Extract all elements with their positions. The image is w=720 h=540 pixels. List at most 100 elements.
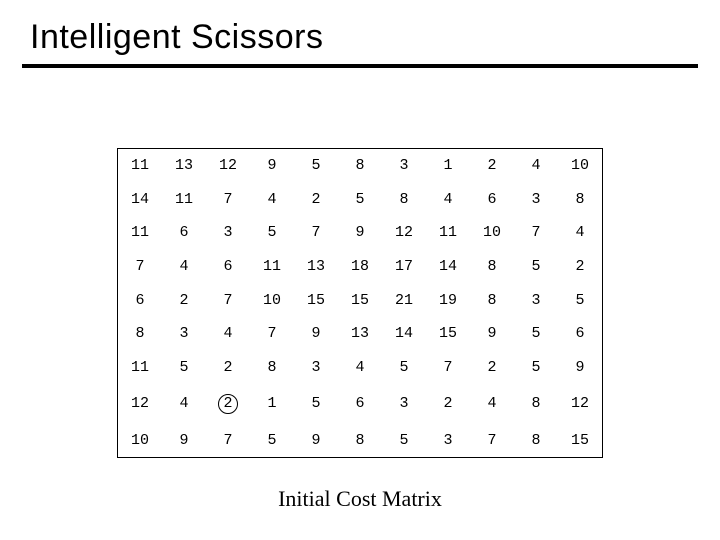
matrix-cell: 3 [514,283,558,317]
matrix-cell: 5 [514,317,558,351]
matrix-cell: 8 [338,423,382,457]
matrix-cell: 3 [162,317,206,351]
matrix-cell: 9 [558,350,602,384]
matrix-cell: 8 [558,183,602,217]
page-title: Intelligent Scissors [30,18,323,57]
matrix-cell: 5 [294,149,338,183]
matrix-cell: 5 [514,250,558,284]
matrix-cell: 4 [250,183,294,217]
matrix-cell: 2 [206,350,250,384]
matrix-cell: 5 [338,183,382,217]
matrix-cell: 10 [250,283,294,317]
matrix-cell: 3 [206,216,250,250]
table-row: 1097598537815 [118,423,602,457]
table-row: 111312958312410 [118,149,602,183]
matrix-cell: 12 [206,149,250,183]
horizontal-rule [22,64,698,68]
circled-cell: 2 [218,394,238,414]
matrix-cell: 4 [470,384,514,423]
matrix-cell: 18 [338,250,382,284]
matrix-cell: 17 [382,250,426,284]
matrix-cell: 10 [558,149,602,183]
matrix-cell: 3 [514,183,558,217]
matrix-cell: 13 [338,317,382,351]
matrix-cell: 12 [382,216,426,250]
matrix-cell: 5 [558,283,602,317]
matrix-cell: 7 [206,423,250,457]
matrix-cell: 3 [294,350,338,384]
table-row: 1411742584638 [118,183,602,217]
matrix-cell: 15 [426,317,470,351]
matrix-cell: 4 [426,183,470,217]
matrix-cell: 7 [250,317,294,351]
matrix-cell: 13 [162,149,206,183]
matrix-cell: 6 [206,250,250,284]
matrix-cell: 14 [382,317,426,351]
matrix-cell: 8 [470,283,514,317]
matrix-cell: 2 [470,149,514,183]
matrix-cell: 10 [118,423,162,457]
matrix-cell: 8 [118,317,162,351]
matrix-cell: 21 [382,283,426,317]
matrix-cell: 12 [118,384,162,423]
matrix-cell: 5 [250,423,294,457]
table-row: 115283457259 [118,350,602,384]
matrix-cell: 11 [118,216,162,250]
table-row: 1242156324812 [118,384,602,423]
matrix-cell: 11 [162,183,206,217]
matrix-cell: 11 [118,149,162,183]
matrix-cell: 2 [294,183,338,217]
matrix-cell: 9 [338,216,382,250]
matrix-cell: 2 [558,250,602,284]
matrix-cell: 15 [338,283,382,317]
matrix-cell: 9 [294,423,338,457]
matrix-cell: 3 [382,384,426,423]
caption: Initial Cost Matrix [0,486,720,512]
matrix-cell: 6 [118,283,162,317]
matrix-cell: 7 [118,250,162,284]
matrix-cell: 7 [470,423,514,457]
matrix-cell: 4 [514,149,558,183]
matrix-cell: 14 [426,250,470,284]
matrix-cell: 13 [294,250,338,284]
matrix-cell: 7 [426,350,470,384]
matrix-cell: 5 [382,423,426,457]
matrix-cell: 4 [558,216,602,250]
matrix-cell: 4 [338,350,382,384]
table-row: 6271015152119835 [118,283,602,317]
matrix-cell: 5 [250,216,294,250]
cost-matrix-box: 1113129583124101411742584638116357912111… [117,148,603,458]
matrix-cell: 5 [162,350,206,384]
matrix-cell: 7 [514,216,558,250]
table-row: 83479131415956 [118,317,602,351]
matrix-cell: 3 [382,149,426,183]
matrix-cell: 8 [382,183,426,217]
matrix-cell: 9 [250,149,294,183]
matrix-cell: 1 [426,149,470,183]
matrix-cell: 19 [426,283,470,317]
cost-matrix-body: 1113129583124101411742584638116357912111… [118,149,602,457]
matrix-cell: 14 [118,183,162,217]
matrix-cell: 6 [470,183,514,217]
matrix-cell: 9 [162,423,206,457]
cost-matrix: 1113129583124101411742584638116357912111… [118,149,602,457]
matrix-cell: 6 [558,317,602,351]
matrix-cell: 7 [206,183,250,217]
matrix-cell: 8 [250,350,294,384]
slide: Intelligent Scissors 1113129583124101411… [0,0,720,540]
matrix-cell: 10 [470,216,514,250]
matrix-cell: 2 [206,384,250,423]
matrix-cell: 4 [206,317,250,351]
matrix-cell: 11 [118,350,162,384]
matrix-cell: 9 [294,317,338,351]
matrix-cell: 6 [338,384,382,423]
matrix-cell: 11 [426,216,470,250]
matrix-cell: 5 [514,350,558,384]
matrix-cell: 2 [470,350,514,384]
matrix-cell: 4 [162,250,206,284]
matrix-cell: 11 [250,250,294,284]
matrix-cell: 8 [338,149,382,183]
matrix-cell: 15 [294,283,338,317]
matrix-cell: 3 [426,423,470,457]
matrix-cell: 8 [470,250,514,284]
